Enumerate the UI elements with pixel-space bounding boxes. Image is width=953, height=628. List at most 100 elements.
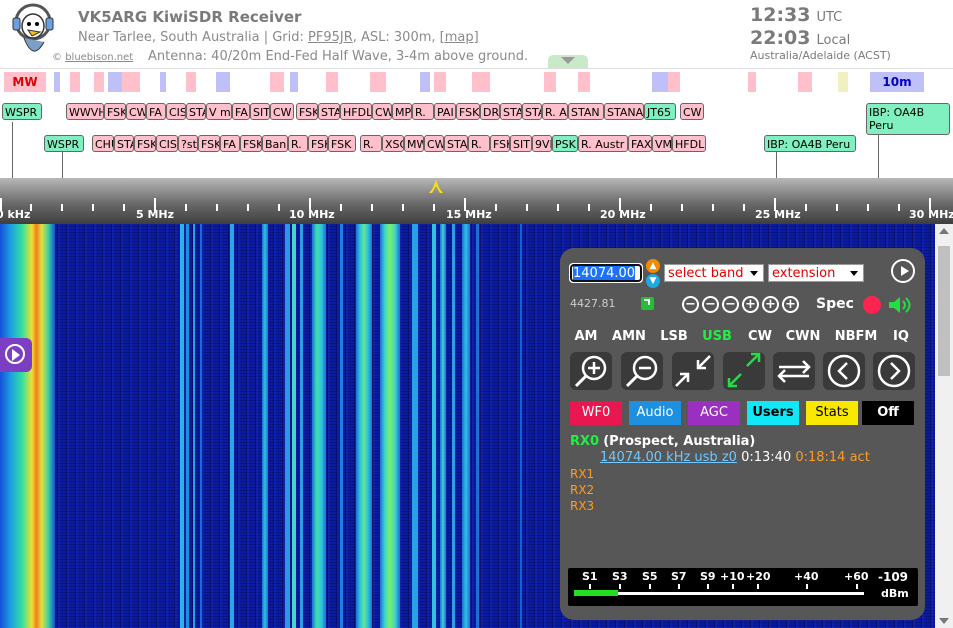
band-segment[interactable]: [798, 72, 812, 92]
band-segment[interactable]: [668, 72, 680, 92]
band-segment[interactable]: [326, 72, 338, 92]
station-label[interactable]: HFDL: [672, 135, 706, 152]
scroll-up-arrow-icon[interactable]: [939, 228, 949, 234]
station-label[interactable]: WSPR: [44, 135, 84, 152]
station-label[interactable]: Ban: [262, 135, 288, 152]
mode-nbfm[interactable]: NBFM: [834, 328, 878, 346]
grid-link[interactable]: PF95JR: [308, 30, 353, 45]
record-button[interactable]: [863, 296, 881, 314]
band-mw-label[interactable]: MW: [4, 72, 46, 92]
band-segment[interactable]: [748, 72, 756, 92]
station-label[interactable]: R. Austr: [578, 135, 628, 152]
station-label[interactable]: CW: [270, 103, 294, 120]
mode-iq[interactable]: IQ: [890, 328, 912, 346]
station-label[interactable]: IBP: OA4B Peru: [866, 103, 950, 135]
extension-select[interactable]: extension: [768, 264, 864, 282]
station-label[interactable]: R.: [288, 135, 308, 152]
page-left-button[interactable]: [823, 352, 865, 390]
users-button[interactable]: Users: [747, 401, 799, 425]
band-segment[interactable]: [652, 72, 668, 92]
station-label[interactable]: ?sti: [178, 135, 198, 152]
band-segment[interactable]: [544, 72, 556, 92]
station-label[interactable]: R.: [360, 135, 382, 152]
station-label[interactable]: R. A: [542, 103, 568, 120]
station-label[interactable]: CHU: [92, 135, 114, 152]
zoom-in-3-button[interactable]: +: [782, 296, 799, 313]
band-segment[interactable]: [160, 72, 166, 92]
zoom-out-3-button[interactable]: −: [682, 296, 699, 313]
bluebison-logo-icon[interactable]: [10, 2, 56, 62]
station-label[interactable]: V m: [206, 103, 232, 120]
band-segment[interactable]: [70, 72, 80, 92]
station-label[interactable]: MP: [392, 103, 412, 120]
station-label[interactable]: XSG: [382, 135, 404, 152]
station-label[interactable]: STAN: [568, 103, 604, 120]
frequency-step-up-icon[interactable]: ▲: [646, 259, 660, 273]
volume-icon[interactable]: [888, 296, 914, 314]
station-label[interactable]: DR: [480, 103, 500, 120]
stats-button[interactable]: Stats: [806, 401, 858, 425]
band-segment[interactable]: [216, 72, 230, 92]
passband-marker-icon[interactable]: [428, 178, 444, 194]
band-segment[interactable]: [94, 72, 104, 92]
station-label[interactable]: FSK: [308, 135, 328, 152]
band-select[interactable]: select band: [664, 264, 764, 282]
station-label[interactable]: CIS: [166, 103, 186, 120]
band-segment[interactable]: [54, 72, 60, 92]
station-label[interactable]: STA: [114, 135, 134, 152]
external-link-icon[interactable]: [641, 297, 654, 310]
station-label[interactable]: CW: [424, 135, 444, 152]
wf0-button[interactable]: WF0: [570, 401, 622, 425]
zoom-in-1-button[interactable]: +: [742, 296, 759, 313]
station-label[interactable]: CW: [126, 103, 146, 120]
frequency-step-down-icon[interactable]: ▼: [646, 274, 660, 288]
station-label[interactable]: CW: [680, 103, 704, 120]
band-segment[interactable]: [370, 72, 386, 92]
station-label[interactable]: STA: [186, 103, 206, 120]
page-right-button[interactable]: [873, 352, 915, 390]
station-label[interactable]: WWVH: [66, 103, 104, 120]
station-label[interactable]: 9VP: [532, 135, 552, 152]
mode-usb[interactable]: USB: [700, 328, 734, 346]
waterfall-scrollbar[interactable]: [935, 224, 953, 628]
mode-lsb[interactable]: LSB: [658, 328, 690, 346]
station-label[interactable]: PAI: [434, 103, 456, 120]
zoom-in-button[interactable]: [570, 352, 612, 390]
mode-cw[interactable]: CW: [746, 328, 774, 346]
station-label[interactable]: FAX: [628, 135, 652, 152]
station-label[interactable]: FSK: [456, 103, 480, 120]
station-label[interactable]: FSK: [198, 135, 220, 152]
frequency-input[interactable]: [569, 263, 643, 283]
station-label[interactable]: FSK: [134, 135, 156, 152]
band-segment[interactable]: [420, 72, 430, 92]
station-label[interactable]: PSK: [552, 135, 578, 152]
band-segment[interactable]: [270, 72, 284, 92]
station-label[interactable]: SIT: [510, 135, 532, 152]
station-label[interactable]: FSK: [240, 135, 262, 152]
band-segment[interactable]: [578, 72, 590, 92]
band-10m-label[interactable]: 10m: [870, 72, 924, 92]
spec-button[interactable]: Spec: [816, 296, 854, 312]
station-label[interactable]: CW: [372, 103, 392, 120]
scroll-down-arrow-icon[interactable]: [939, 618, 949, 624]
band-segment[interactable]: [290, 72, 298, 92]
band-segment[interactable]: [838, 72, 848, 92]
station-label[interactable]: WSPR: [2, 103, 42, 120]
zoom-band-button[interactable]: [672, 352, 714, 390]
station-label[interactable]: STANA: [604, 103, 644, 120]
zoom-max-button[interactable]: [723, 352, 765, 390]
station-label[interactable]: STA: [500, 103, 522, 120]
header-collapse-tab[interactable]: [548, 55, 588, 68]
band-segment[interactable]: [122, 72, 140, 92]
swap-button[interactable]: [773, 352, 815, 390]
station-label[interactable]: FSK: [296, 103, 318, 120]
band-segment[interactable]: [108, 72, 122, 92]
station-label[interactable]: FA: [146, 103, 166, 120]
station-label[interactable]: MW: [404, 135, 424, 152]
station-label[interactable]: R.: [412, 103, 434, 120]
station-label[interactable]: FSK: [104, 103, 126, 120]
scroll-thumb[interactable]: [938, 246, 950, 376]
zoom-out-button[interactable]: [621, 352, 663, 390]
mode-amn[interactable]: AMN: [610, 328, 648, 346]
zoom-out-2-button[interactable]: −: [702, 296, 719, 313]
